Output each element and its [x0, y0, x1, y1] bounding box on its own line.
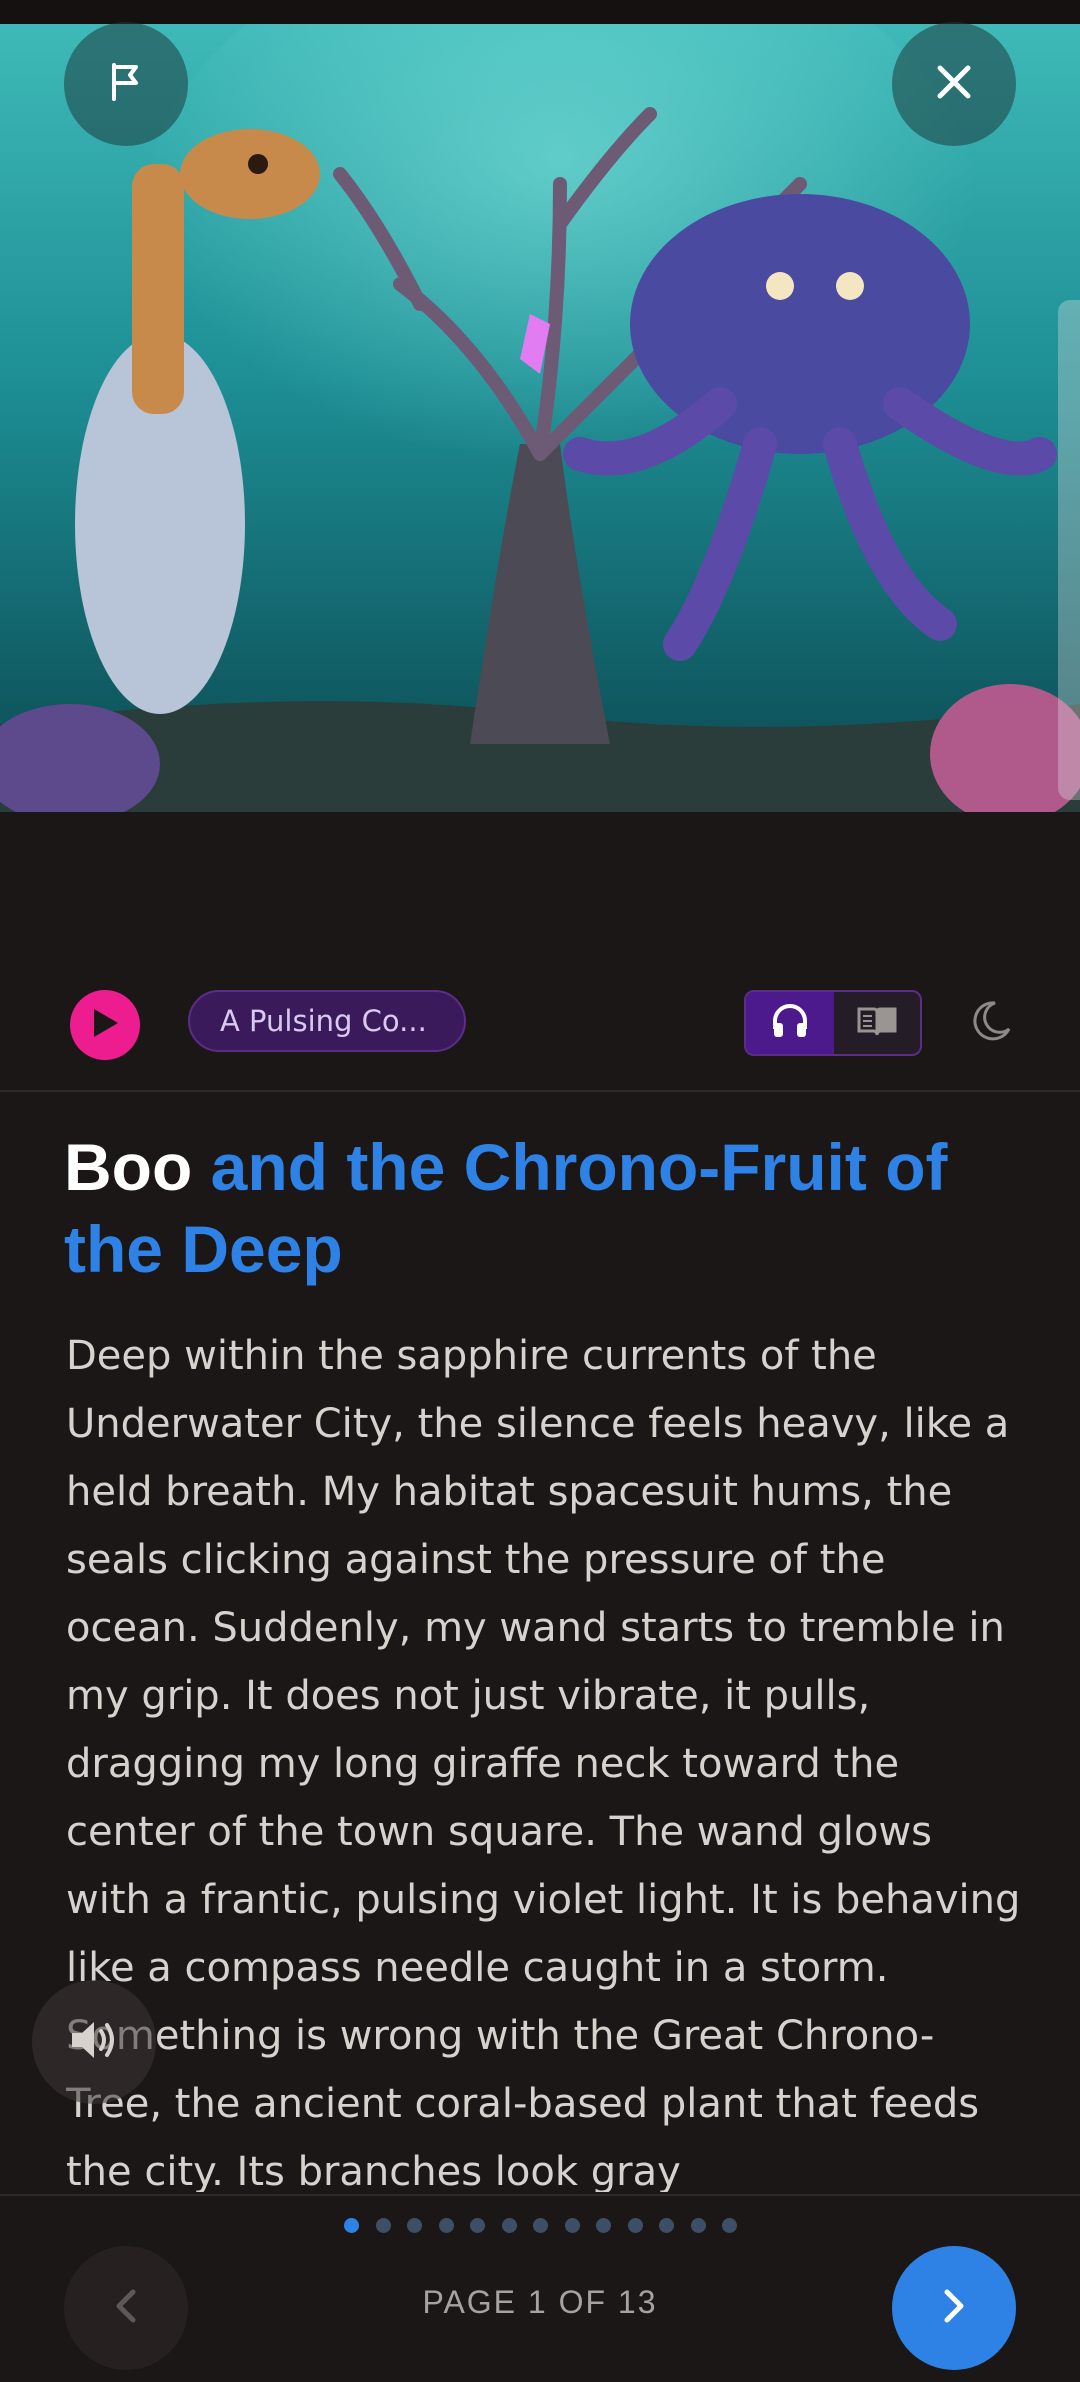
page-dot[interactable]: [501, 2218, 517, 2233]
close-button[interactable]: [892, 22, 1016, 146]
previous-page-button[interactable]: [64, 2246, 188, 2370]
page-navigation: PAGE 1 OF 13: [0, 2194, 1080, 2382]
page-dot[interactable]: [690, 2218, 706, 2233]
play-icon: [90, 1007, 120, 1043]
page-dot[interactable]: [722, 2218, 737, 2233]
flag-icon: [106, 61, 146, 107]
status-bar: [0, 0, 1080, 24]
moon-icon: [969, 999, 1013, 1047]
page-dot[interactable]: [596, 2218, 611, 2233]
reader-toolbar: A Pulsing Co...: [0, 960, 1080, 1090]
speaker-icon: [68, 2018, 120, 2066]
page-dot[interactable]: [344, 2218, 359, 2233]
title-highlight: Boo: [64, 1130, 193, 1204]
chevron-right-icon: [939, 2286, 969, 2330]
play-button[interactable]: [70, 990, 140, 1060]
story-title: Boo and the Chrono-Fruit of the Deep: [64, 1126, 1024, 1290]
story-illustration: [0, 24, 1080, 812]
page-dot[interactable]: [564, 2218, 580, 2233]
page-dot[interactable]: [627, 2218, 643, 2233]
page-dot[interactable]: [407, 2218, 422, 2233]
listen-mode-button[interactable]: [746, 992, 834, 1054]
page-dot[interactable]: [470, 2218, 485, 2233]
page-dot[interactable]: [375, 2218, 391, 2233]
page-dot[interactable]: [533, 2218, 548, 2233]
chapter-chip[interactable]: A Pulsing Co...: [188, 990, 466, 1052]
headphones-icon: [771, 1003, 809, 1043]
page-dot[interactable]: [659, 2218, 674, 2233]
theme-toggle-button[interactable]: [958, 990, 1024, 1056]
side-panel-handle[interactable]: [1058, 300, 1080, 800]
story-text: Deep within the sapphire currents of the…: [66, 1333, 1021, 2192]
page-indicator: PAGE 1 OF 13: [422, 2284, 658, 2320]
toolbar-divider: [0, 1090, 1080, 1092]
page-dot[interactable]: [438, 2218, 454, 2233]
read-mode-button[interactable]: [834, 992, 920, 1054]
next-page-button[interactable]: [892, 2246, 1016, 2370]
sound-toggle-button[interactable]: [32, 1980, 156, 2104]
book-icon: [856, 1005, 898, 1041]
title-rest: and the Chrono-Fruit of the Deep: [64, 1130, 948, 1286]
chevron-left-icon: [111, 2286, 141, 2330]
mode-toggle: [744, 990, 922, 1056]
close-icon: [934, 62, 974, 106]
report-flag-button[interactable]: [64, 22, 188, 146]
